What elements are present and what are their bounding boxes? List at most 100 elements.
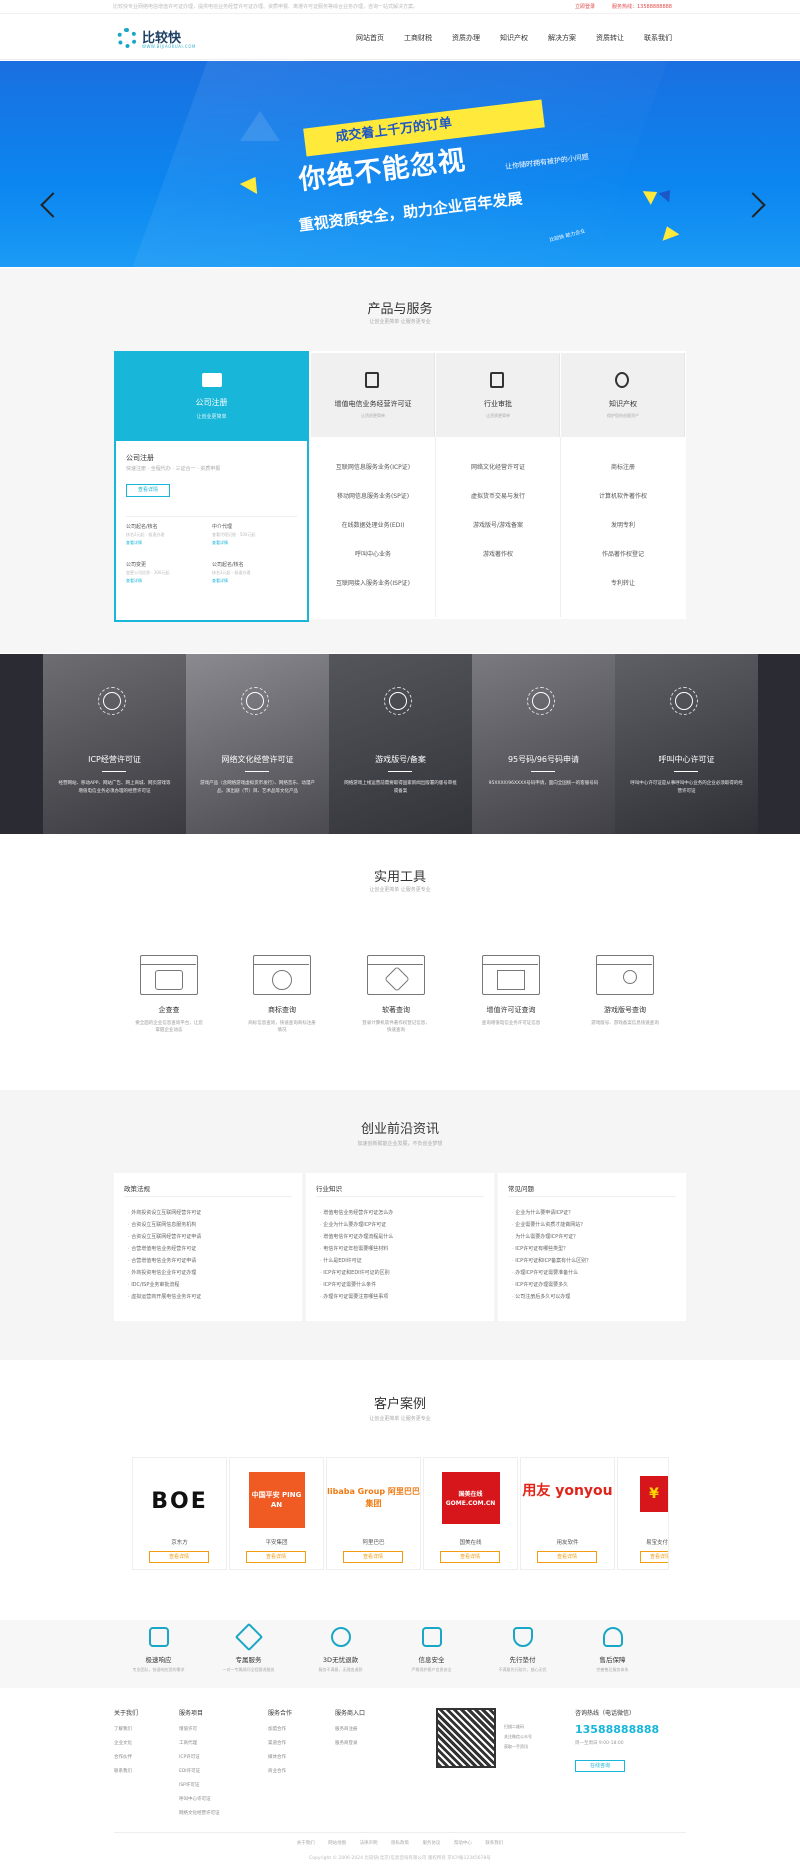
banner-next-icon[interactable] bbox=[740, 192, 766, 218]
nav-item-qualification[interactable]: 资质办理 bbox=[452, 33, 480, 43]
list-item[interactable]: 作品著作权登记 bbox=[561, 549, 685, 578]
logo-icon[interactable] bbox=[117, 28, 137, 48]
footer-link[interactable]: 服务商登录 bbox=[335, 1740, 365, 1754]
list-item[interactable]: 游戏著作权 bbox=[436, 549, 560, 578]
news-item[interactable]: 企业为什么要申请ICP证？ bbox=[512, 1209, 591, 1221]
case-detail-button[interactable]: 查看详情 bbox=[440, 1551, 500, 1563]
license-tile[interactable]: 呼叫中心许可证 呼叫中心许可证是从事呼叫中心业务的企业必须取得的经营许可证 bbox=[615, 654, 758, 834]
list-item[interactable]: 专利转让 bbox=[561, 578, 685, 607]
featured-item[interactable]: 公司起名/核名 核名2元起 · 极速办理 查看详情 bbox=[126, 523, 164, 546]
case-detail-button[interactable]: 查看详情 bbox=[537, 1551, 597, 1563]
news-item[interactable]: 外商投资设立互联网经营许可证 bbox=[128, 1209, 201, 1221]
list-item[interactable]: 互联网接入服务业务(ISP证) bbox=[311, 578, 435, 607]
featured-item[interactable]: 公司变更 变更公司信息 · 300元起 查看详情 bbox=[126, 561, 169, 584]
nav-item-home[interactable]: 网站首页 bbox=[356, 33, 384, 43]
news-item[interactable]: 外商投资电信企业许可证办理 bbox=[128, 1269, 201, 1281]
list-item[interactable]: 计算机软件著作权 bbox=[561, 491, 685, 520]
list-item[interactable]: 互联网信息服务业务(ICP证) bbox=[311, 462, 435, 491]
footer-link[interactable]: 增值许可 bbox=[179, 1726, 220, 1740]
license-tile[interactable]: ICP经营许可证 经营网站、移动APP、网站广告、网上商城、网页游戏等增值电信业… bbox=[43, 654, 186, 834]
nav-item-solutions[interactable]: 解决方案 bbox=[548, 33, 576, 43]
featured-item[interactable]: 公司起名/核名 核名2元起 · 极速办理 查看详情 bbox=[212, 561, 250, 584]
footer-link[interactable]: ICP许可证 bbox=[179, 1754, 220, 1768]
footer-bottom-link[interactable]: 联系我们 bbox=[485, 1841, 503, 1846]
nav-item-contact[interactable]: 联系我们 bbox=[644, 33, 672, 43]
news-item[interactable]: 公司注册后多久可以办理 bbox=[512, 1293, 591, 1305]
case-card[interactable]: libaba Group 阿里巴巴集团 阿里巴巴 查看详情 bbox=[326, 1457, 421, 1570]
news-item[interactable]: 增值电信业务经营许可证怎么办 bbox=[320, 1209, 393, 1221]
list-item[interactable]: 发明专利 bbox=[561, 520, 685, 549]
footer-link[interactable]: 网络文化经营许可证 bbox=[179, 1810, 220, 1824]
news-item[interactable]: 企业为什么要办理ICP许可证 bbox=[320, 1221, 393, 1233]
featured-item-more[interactable]: 查看详情 bbox=[212, 540, 255, 546]
news-item[interactable]: 企业需要什么资质才能做网站？ bbox=[512, 1221, 591, 1233]
news-card-title[interactable]: 常见问题 bbox=[508, 1183, 534, 1193]
list-item[interactable]: 网络文化经营许可证 bbox=[436, 462, 560, 491]
featured-item[interactable]: 中介代理 查看代理记账 · 500元起 查看详情 bbox=[212, 523, 255, 546]
footer-link[interactable]: EDI许可证 bbox=[179, 1768, 220, 1782]
news-item[interactable]: ICP许可证办理需要多久 bbox=[512, 1281, 591, 1293]
news-item[interactable]: 增值电信许可证办理流程是什么 bbox=[320, 1233, 393, 1245]
news-item[interactable]: ICP许可证和ICP备案有什么区别？ bbox=[512, 1257, 591, 1269]
list-item[interactable]: 移动网信息服务业务(SP证) bbox=[311, 491, 435, 520]
news-item[interactable]: 办理ICP许可证需要准备什么 bbox=[512, 1269, 591, 1281]
featured-product-card[interactable]: 公司注册 让创业更简单 公司注册 快速注册 · 全程代办 · 三证合一 · 资质… bbox=[114, 351, 309, 622]
news-item[interactable]: IDC/ISP业务审批流程 bbox=[128, 1281, 201, 1293]
featured-detail-button[interactable]: 查看详情 bbox=[126, 484, 170, 497]
news-item[interactable]: ICP许可证需要什么条件 bbox=[320, 1281, 393, 1293]
nav-item-transfer[interactable]: 资质转让 bbox=[596, 33, 624, 43]
footer-link[interactable]: 商业合作 bbox=[268, 1768, 292, 1782]
list-item[interactable]: 呼叫中心业务 bbox=[311, 549, 435, 578]
footer-bottom-link[interactable]: 帮助中心 bbox=[454, 1841, 472, 1846]
license-tile[interactable]: 游戏版号/备案 网络游戏上线运营前需要取得国家新闻出版署的版号审批或备案 bbox=[329, 654, 472, 834]
footer-link[interactable]: 加盟合作 bbox=[268, 1726, 292, 1740]
featured-item-more[interactable]: 查看详情 bbox=[126, 540, 164, 546]
nav-item-business[interactable]: 工商财税 bbox=[404, 33, 432, 43]
banner-prev-icon[interactable] bbox=[40, 192, 66, 218]
product-column-header[interactable]: 行业审批 让资质更简单 bbox=[436, 353, 560, 437]
license-tile[interactable]: 95号码/96号码申请 95XXXX/96XXXX号码申请，面向全国统一的客服号… bbox=[472, 654, 615, 834]
news-item[interactable]: ICP许可证和EDI许可证的区别 bbox=[320, 1269, 393, 1281]
case-card[interactable]: 国美在线 GOME.COM.CN 国美在线 查看详情 bbox=[423, 1457, 518, 1570]
license-tile[interactable]: 网络文化经营许可证 游戏产品（含网络游戏虚拟货币发行）、网络音乐、动漫产品、演出… bbox=[186, 654, 329, 834]
featured-item-more[interactable]: 查看详情 bbox=[126, 578, 169, 584]
list-item[interactable]: 商标注册 bbox=[561, 462, 685, 491]
featured-item-more[interactable]: 查看详情 bbox=[212, 578, 250, 584]
case-detail-button[interactable]: 查看详情 bbox=[343, 1551, 403, 1563]
list-item[interactable]: 在线数据处理业务(EDI) bbox=[311, 520, 435, 549]
tool-item[interactable]: 商标查询 商标信息查询，快速查询商标注册情况 bbox=[241, 955, 323, 1034]
footer-bottom-link[interactable]: 隐私政策 bbox=[391, 1841, 409, 1846]
news-card-title[interactable]: 行业知识 bbox=[316, 1183, 342, 1193]
footer-link[interactable]: 合作伙伴 bbox=[114, 1754, 138, 1768]
case-card[interactable]: 用友 yonyou 用友软件 查看详情 bbox=[520, 1457, 615, 1570]
tool-item[interactable]: 增值许可证查询 查询增值电信业务许可证信息 bbox=[470, 955, 552, 1027]
tool-item[interactable]: 企查查 要全面的企业信息查询平台，让您掌握企业动态 bbox=[128, 955, 210, 1034]
news-card-title[interactable]: 政策法规 bbox=[124, 1183, 150, 1193]
consult-button[interactable]: 在线咨询 bbox=[575, 1760, 625, 1772]
footer-link[interactable]: 服务商注册 bbox=[335, 1726, 365, 1740]
hero-banner[interactable]: 成交着上千万的订单 你绝不能忽视 让你随时拥有被护的小问题 重视资质安全，助力企… bbox=[0, 61, 800, 267]
case-card[interactable]: BOE 京东方 查看详情 bbox=[132, 1457, 227, 1570]
case-card[interactable]: 中国平安 PING AN 平安集团 查看详情 bbox=[229, 1457, 324, 1570]
footer-link[interactable]: 媒体合作 bbox=[268, 1754, 292, 1768]
footer-bottom-link[interactable]: 网站地图 bbox=[328, 1841, 346, 1846]
news-item[interactable]: 为什么需要办理ICP许可证？ bbox=[512, 1233, 591, 1245]
product-column-header[interactable]: 增值电信业务经营许可证 让资质更简单 bbox=[311, 353, 435, 437]
footer-bottom-link[interactable]: 关于我们 bbox=[297, 1841, 315, 1846]
list-item[interactable]: 游戏版号/游戏备案 bbox=[436, 520, 560, 549]
footer-link[interactable]: 了解我们 bbox=[114, 1726, 138, 1740]
product-column-header[interactable]: 知识产权 保护您的创意资产 bbox=[561, 353, 685, 437]
news-item[interactable]: 合资设立互联网经营许可证申请 bbox=[128, 1233, 201, 1245]
news-item[interactable]: 虚拟运营商开展电信业务许可证 bbox=[128, 1293, 201, 1305]
news-item[interactable]: 合营增值电信业务许可证申请 bbox=[128, 1257, 201, 1269]
news-item[interactable]: 什么是EDI许可证 bbox=[320, 1257, 393, 1269]
footer-bottom-link[interactable]: 服务协议 bbox=[422, 1841, 440, 1846]
news-item[interactable]: 办理许可证需要注意哪些事项 bbox=[320, 1293, 393, 1305]
tool-item[interactable]: 游戏版号查询 游戏版号、游戏备案信息快速查询 bbox=[584, 955, 666, 1027]
footer-bottom-link[interactable]: 法律声明 bbox=[360, 1841, 378, 1846]
case-card[interactable]: ¥ 易宝支付 查看详情 bbox=[617, 1457, 669, 1570]
footer-link[interactable]: 呼叫中心许可证 bbox=[179, 1796, 220, 1810]
nav-item-ip[interactable]: 知识产权 bbox=[500, 33, 528, 43]
tool-item[interactable]: 软著查询 登录计算机软件著作权登记信息，快速查询 bbox=[355, 955, 437, 1034]
case-detail-button[interactable]: 查看详情 bbox=[640, 1551, 668, 1563]
